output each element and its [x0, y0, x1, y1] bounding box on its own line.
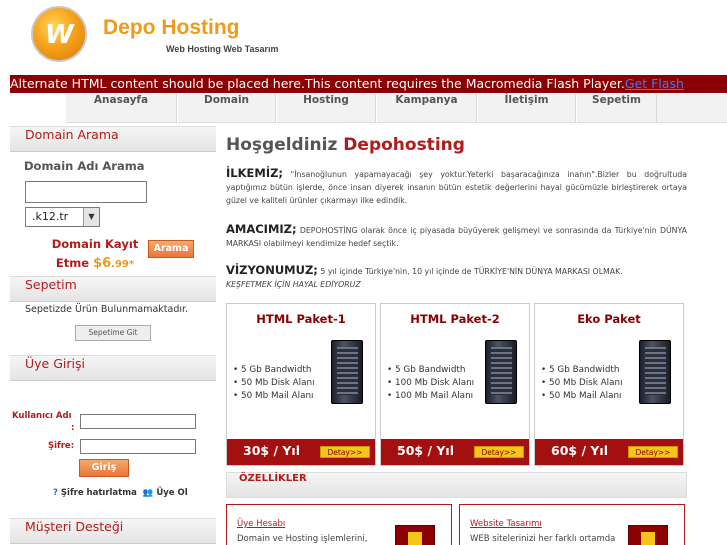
- package-detail-button[interactable]: Detay>>: [474, 446, 524, 458]
- vizyon-italic: KEŞFETMEK İÇİN HAYAL EDİYORUZ: [226, 280, 361, 289]
- amacimiz-label: AMACIMIZ;: [226, 222, 297, 236]
- left-sidebar: Domain Arama Domain Adı Arama .k12.tr ▼ …: [10, 123, 216, 545]
- web-design-icon: [628, 525, 668, 545]
- domain-search-subheading: Domain Adı Arama: [24, 159, 145, 173]
- logo-icon[interactable]: W: [31, 6, 87, 62]
- package-feature: • 5 Gb Bandwidth: [541, 365, 620, 375]
- package-feature: • 50 Mb Mail Alanı: [233, 391, 314, 401]
- package-features: • 5 Gb Bandwidth • 50 Mb Disk Alanı • 50…: [541, 364, 623, 403]
- ilkemiz-text: "İnsanoğlunun yapamayacağı şey yoktur.Ye…: [226, 170, 687, 205]
- password-label: Şifre:: [48, 441, 75, 451]
- flash-alternate-bar: Alternate HTML content should be placed …: [10, 75, 727, 93]
- nav-item-iletisim[interactable]: İletişim: [477, 94, 576, 123]
- package-card: HTML Paket-2 • 5 Gb Bandwidth • 100 Mb D…: [380, 303, 530, 466]
- amacimiz-paragraph: AMACIMIZ; DEPOHOSTİNG olarak önce iç piy…: [226, 223, 687, 250]
- site-header: W Depo Hosting Web Hosting Web Tasarım: [0, 0, 727, 75]
- promo-cents: .99*: [111, 259, 135, 270]
- package-price-bar: 50$ / Yıl Detay>>: [381, 439, 529, 465]
- domain-search-input[interactable]: [25, 181, 147, 203]
- package-price: 60$ / Yıl: [551, 443, 608, 458]
- username-colon: :: [71, 423, 75, 433]
- server-icon: [639, 340, 671, 404]
- forgot-password-link[interactable]: Şifre hatırlatma: [61, 488, 137, 498]
- features-heading: ÖZELLİKLER: [226, 472, 687, 498]
- package-feature: • 50 Mb Disk Alanı: [233, 378, 315, 388]
- domain-search-button[interactable]: Arama: [148, 240, 194, 258]
- tld-select[interactable]: .k12.tr ▼: [25, 207, 100, 227]
- package-feature: • 50 Mb Disk Alanı: [541, 378, 623, 388]
- server-icon: [331, 340, 363, 404]
- vizyon-label: VİZYONUMUZ;: [226, 263, 318, 277]
- users-icon: 👥: [142, 488, 154, 498]
- package-feature: • 100 Mb Mail Alanı: [387, 391, 474, 401]
- feature-box: Üye Hesabı Domain ve Hosting işlemlerini…: [226, 504, 452, 545]
- nav-item-hosting[interactable]: Hosting: [276, 94, 376, 123]
- flash-alternate-text: Alternate HTML content should be placed …: [10, 76, 625, 91]
- logo-letter: W: [45, 20, 74, 50]
- welcome-title: Hoşgeldiniz Depohosting: [226, 135, 465, 155]
- chevron-down-icon[interactable]: ▼: [83, 208, 99, 226]
- package-features: • 5 Gb Bandwidth • 50 Mb Disk Alanı • 50…: [233, 364, 315, 403]
- main-nav: Anasayfa Domain Hosting Kampanya İletişi…: [65, 94, 727, 123]
- package-detail-button[interactable]: Detay>>: [320, 446, 370, 458]
- package-price: 50$ / Yıl: [397, 443, 454, 458]
- question-icon: ?: [53, 488, 58, 498]
- feature-desc: WEB sitelerinizi her farklı ortamda serg…: [470, 534, 616, 544]
- ilkemiz-paragraph: İLKEMİZ; "İnsanoğlunun yapamayacağı şey …: [226, 167, 687, 207]
- package-features: • 5 Gb Bandwidth • 100 Mb Disk Alanı • 1…: [387, 364, 474, 403]
- package-detail-button[interactable]: Detay>>: [628, 446, 678, 458]
- domain-search-heading: Domain Arama: [10, 126, 216, 152]
- login-links: ? Şifre hatırlatma 👥 Üye Ol: [53, 488, 188, 498]
- promo-line2: Etme: [55, 256, 90, 270]
- promo-price: $6: [93, 256, 112, 271]
- package-feature: • 50 Mb Mail Alanı: [541, 391, 622, 401]
- password-input[interactable]: [80, 439, 196, 454]
- cart-heading: Sepetim: [10, 276, 216, 302]
- server-icon: [485, 340, 517, 404]
- vizyon-paragraph: VİZYONUMUZ; 5 yıl içinde Türkiye'nin, 10…: [226, 264, 687, 291]
- welcome-prefix: Hoşgeldiniz: [226, 135, 338, 155]
- main-content: Hoşgeldiniz Depohosting İLKEMİZ; "İnsano…: [226, 123, 727, 545]
- package-feature: • 100 Mb Disk Alanı: [387, 378, 475, 388]
- cart-empty-message: Sepetizde Ürün Bulunmamaktadır.: [25, 304, 189, 315]
- package-card: HTML Paket-1 • 5 Gb Bandwidth • 50 Mb Di…: [226, 303, 376, 466]
- brand-name[interactable]: Depo Hosting: [103, 16, 240, 40]
- package-price-bar: 30$ / Yıl Detay>>: [227, 439, 375, 465]
- feature-title-link[interactable]: Üye Hesabı: [237, 519, 285, 529]
- feature-desc: Domain ve Hosting işlemlerini,: [237, 534, 368, 544]
- account-icon: [395, 525, 435, 545]
- nav-item-kampanya[interactable]: Kampanya: [376, 94, 477, 123]
- support-heading: Müşteri Desteği: [10, 518, 216, 544]
- tagline: Web Hosting Web Tasarım: [166, 44, 279, 54]
- feature-box: Website Tasarımı WEB sitelerinizi her fa…: [459, 504, 685, 545]
- package-title[interactable]: Eko Paket: [535, 312, 683, 326]
- vizyon-text: 5 yıl içinde Türkiye'nin, 10 yıl içinde …: [317, 267, 623, 276]
- package-card: Eko Paket • 5 Gb Bandwidth • 50 Mb Disk …: [534, 303, 684, 466]
- register-link[interactable]: Üye Ol: [156, 488, 187, 498]
- go-to-cart-button[interactable]: Sepetime Git: [75, 325, 151, 341]
- domain-promo: Domain Kayıt Etme $6.99*: [40, 235, 150, 274]
- package-price: 30$ / Yıl: [243, 443, 300, 458]
- promo-line1: Domain Kayıt: [51, 237, 139, 251]
- package-price-bar: 60$ / Yıl Detay>>: [535, 439, 683, 465]
- nav-item-domain[interactable]: Domain: [177, 94, 276, 123]
- username-input[interactable]: [80, 414, 196, 429]
- ilkemiz-label: İLKEMİZ;: [226, 166, 284, 180]
- package-feature: • 5 Gb Bandwidth: [233, 365, 312, 375]
- package-title[interactable]: HTML Paket-2: [381, 312, 529, 326]
- tld-selected-value: .k12.tr: [32, 210, 69, 223]
- package-feature: • 5 Gb Bandwidth: [387, 365, 466, 375]
- username-label: Kullanıcı Adı: [12, 411, 72, 421]
- login-button[interactable]: Giriş: [79, 459, 129, 477]
- nav-item-anasayfa[interactable]: Anasayfa: [65, 94, 177, 123]
- nav-filler: [657, 94, 727, 122]
- nav-item-sepetim[interactable]: Sepetim: [576, 94, 657, 123]
- package-title[interactable]: HTML Paket-1: [227, 312, 375, 326]
- promo-line2-wrap: Etme $6.99*: [40, 254, 150, 274]
- feature-title-link[interactable]: Website Tasarımı: [470, 519, 542, 529]
- get-flash-link[interactable]: Get Flash: [625, 76, 684, 91]
- login-heading: Üye Girişi: [10, 355, 216, 381]
- welcome-brand: Depohosting: [343, 135, 465, 155]
